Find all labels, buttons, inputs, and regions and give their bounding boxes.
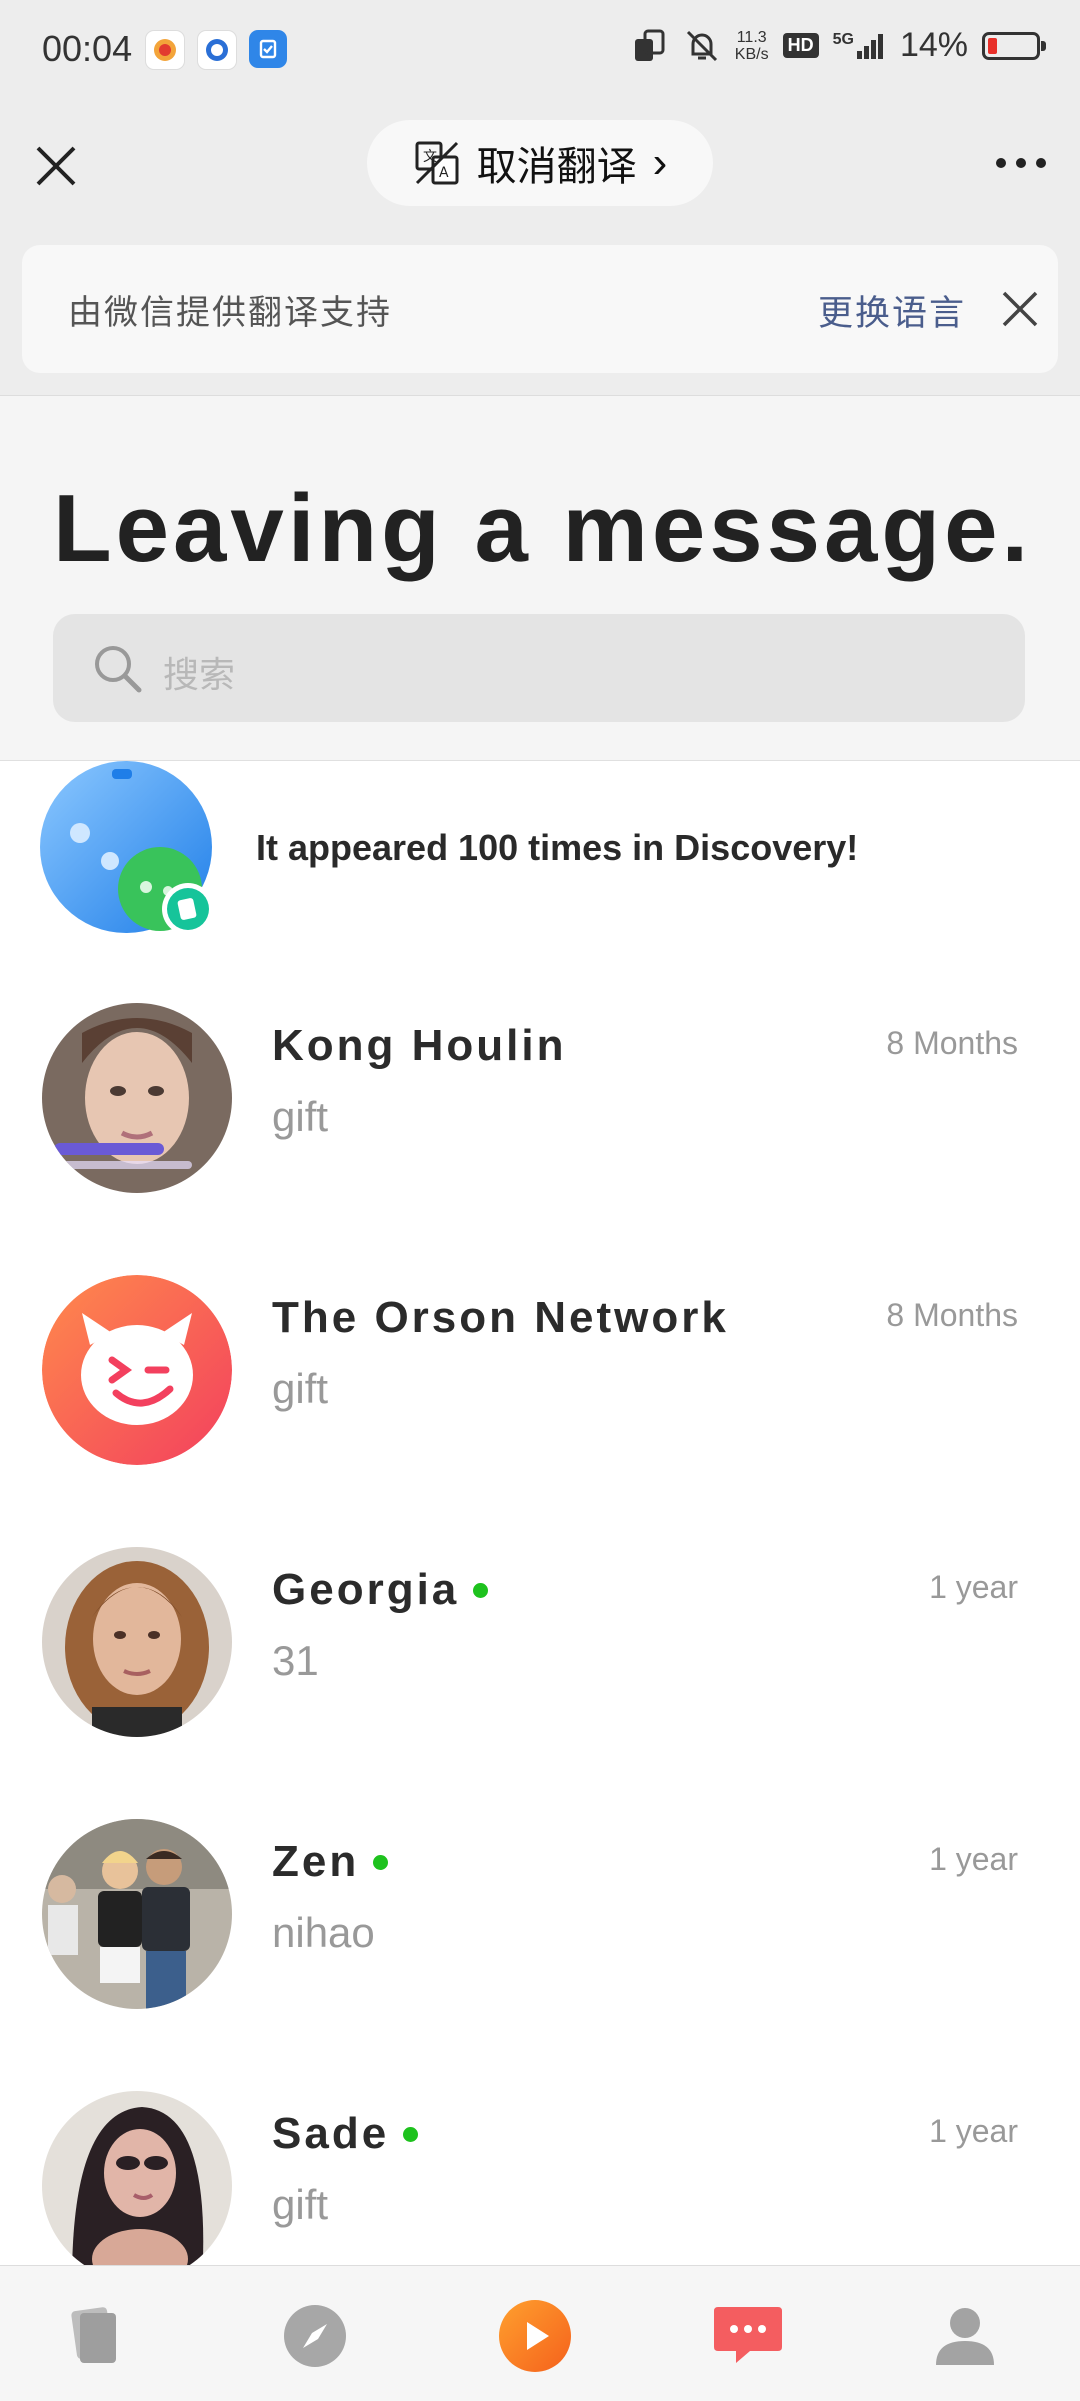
- top-nav: 文 A 取消翻译 ›: [0, 100, 1080, 245]
- message-preview: gift: [272, 1093, 329, 1140]
- svg-text:文: 文: [423, 149, 437, 165]
- message-time: 8 Months: [886, 1297, 1018, 1333]
- cards-icon: [71, 2307, 116, 2363]
- conversation-row[interactable]: Zen nihao 1 year: [0, 1805, 1080, 2077]
- contact-name: The Orson Network: [272, 1293, 729, 1342]
- svg-text:A: A: [439, 165, 449, 181]
- status-indicators: 11.3 KB/s HD 5G 14%: [631, 26, 1046, 65]
- close-banner-icon[interactable]: [994, 283, 1046, 335]
- cancel-translation-label: 取消翻译: [476, 145, 637, 189]
- contact-name: Kong Houlin: [272, 1021, 567, 1070]
- conversation-row[interactable]: Georgia 31 1 year: [0, 1533, 1080, 1805]
- status-bar: 00:04 11.3 KB/s HD 5G 14%: [0, 0, 1080, 100]
- more-options-icon[interactable]: [996, 158, 1046, 168]
- message-preview: gift: [272, 1365, 329, 1412]
- search-placeholder: 搜索: [163, 654, 236, 695]
- avatar: [42, 1547, 232, 1737]
- discovery-text: It appeared 100 times in Discovery!: [256, 827, 859, 868]
- translation-banner: 由微信提供翻译支持 更换语言: [22, 245, 1058, 373]
- notification-app-icon: [145, 30, 185, 70]
- devil-avatar-icon: [42, 1275, 232, 1465]
- discovery-row[interactable]: It appeared 100 times in Discovery!: [0, 761, 1080, 951]
- notification-app-icon: [197, 30, 237, 70]
- search-input[interactable]: 搜索: [53, 614, 1025, 722]
- page-header: Leaving a message. 搜索: [0, 395, 1080, 761]
- avatar: [42, 1003, 232, 1193]
- translation-provider-text: 由微信提供翻译支持: [68, 294, 392, 332]
- conversation-row[interactable]: Sade gift 1 year: [0, 2077, 1080, 2266]
- tab-discover[interactable]: [275, 2296, 355, 2376]
- notification-app-icon: [249, 30, 287, 68]
- profile-icon: [936, 2308, 994, 2365]
- conversation-row[interactable]: Kong Houlin gift 8 Months: [0, 989, 1080, 1261]
- online-status-dot: [403, 2126, 419, 2142]
- online-status-dot: [473, 1582, 489, 1598]
- message-preview: gift: [272, 2181, 329, 2228]
- signal-indicator: 5G: [833, 31, 886, 61]
- contact-name: Georgia: [272, 1565, 489, 1615]
- message-preview: nihao: [272, 1909, 375, 1956]
- hd-badge: HD: [782, 33, 819, 58]
- chevron-right-icon: ›: [652, 138, 668, 187]
- discovery-avatar-icon: [40, 761, 214, 935]
- battery-icon: [982, 31, 1046, 60]
- tab-profile[interactable]: [925, 2296, 1005, 2376]
- search-icon: [95, 646, 142, 693]
- rotate-lock-icon: [634, 29, 665, 61]
- status-app-icons: [145, 30, 287, 70]
- signal-bars-icon: [856, 33, 883, 59]
- battery-percent: 14%: [899, 26, 968, 64]
- message-time: 1 year: [929, 2113, 1018, 2149]
- message-time: 8 Months: [886, 1025, 1018, 1061]
- cancel-translation-button[interactable]: 文 A 取消翻译 ›: [367, 120, 713, 206]
- close-icon[interactable]: [30, 140, 82, 192]
- compass-icon: [284, 2305, 346, 2367]
- tab-play[interactable]: [495, 2296, 575, 2376]
- play-icon: [499, 2300, 571, 2372]
- status-time: 00:04: [42, 28, 133, 69]
- conversation-row[interactable]: The Orson Network gift 8 Months: [0, 1261, 1080, 1533]
- page-title: Leaving a message.: [53, 475, 1033, 582]
- contact-name: Sade: [272, 2109, 419, 2159]
- online-status-dot: [373, 1854, 389, 1870]
- network-speed: 11.3 KB/s: [734, 28, 769, 63]
- change-language-link[interactable]: 更换语言: [818, 285, 966, 336]
- chat-icon: [714, 2307, 782, 2363]
- contact-name: Zen: [272, 1837, 389, 1887]
- translate-icon: 文 A: [415, 141, 459, 185]
- message-preview: 31: [272, 1637, 319, 1684]
- avatar: [42, 2091, 232, 2266]
- translation-banner-area: 由微信提供翻译支持 更换语言: [0, 245, 1080, 395]
- message-time: 1 year: [929, 1569, 1018, 1605]
- mute-bell-icon: [686, 30, 717, 61]
- bottom-tab-bar: [0, 2265, 1080, 2401]
- conversation-list: It appeared 100 times in Discovery! Kong…: [0, 760, 1080, 2266]
- avatar: [42, 1819, 232, 2009]
- tab-cards[interactable]: [55, 2296, 135, 2376]
- message-time: 1 year: [929, 1841, 1018, 1877]
- tab-messages[interactable]: [708, 2296, 788, 2376]
